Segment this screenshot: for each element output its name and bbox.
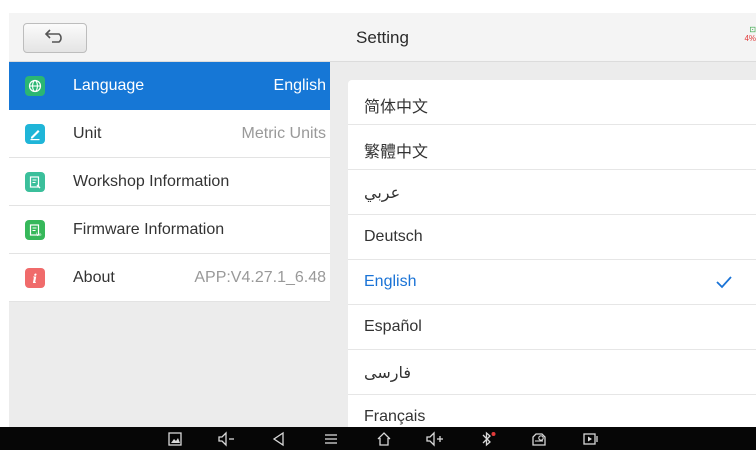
menu-item-workshop-information[interactable]: Workshop Information (9, 158, 330, 206)
language-option[interactable]: Français (348, 395, 756, 430)
language-option-label: عربي (364, 185, 401, 202)
menu-item-label: Language (73, 76, 145, 94)
menu-item-value: Metric Units (241, 124, 326, 142)
header-bar: Setting ⊡ 4% (9, 13, 756, 62)
menu-icon[interactable] (320, 429, 342, 448)
language-option-label: Deutsch (364, 228, 423, 245)
back-icon[interactable] (268, 429, 290, 448)
battery-indicator: ⊡ 4% (744, 25, 756, 51)
menu-item-label: About (73, 268, 115, 286)
globe-icon (25, 76, 45, 96)
language-option[interactable]: فارسی (348, 350, 756, 395)
language-option[interactable]: Español (348, 305, 756, 350)
bluetooth-icon[interactable] (477, 429, 499, 448)
language-option-selected[interactable]: English (348, 260, 756, 305)
language-option[interactable]: 简体中文 (348, 80, 756, 125)
battery-percent: 4% (744, 34, 756, 43)
screen-record-icon[interactable] (580, 429, 602, 448)
language-option[interactable]: 繁體中文 (348, 125, 756, 170)
menu-item-value: English (273, 76, 326, 94)
language-option-label: Français (364, 408, 426, 425)
vci-icon[interactable] (528, 429, 550, 448)
language-option-label: فارسی (364, 365, 411, 382)
menu-item-label: Unit (73, 124, 102, 142)
menu-item-language[interactable]: Language English (9, 62, 330, 110)
language-list: 简体中文 繁體中文 عربي Deutsch English Español ف… (348, 80, 756, 430)
svg-text:i: i (33, 272, 38, 285)
menu-item-about[interactable]: i About APP:V4.27.1_6.48 (9, 254, 330, 302)
language-option[interactable]: Deutsch (348, 215, 756, 260)
language-option-label: 简体中文 (364, 99, 429, 116)
pencil-icon (25, 124, 45, 144)
menu-item-label: Workshop Information (73, 172, 230, 190)
checkmark-icon (714, 272, 734, 292)
menu-item-firmware-information[interactable]: Ve Firmware Information (9, 206, 330, 254)
page-title: Setting (356, 28, 409, 47)
battery-icon: ⊡ (749, 25, 756, 34)
document-version-icon: Ve (25, 220, 45, 240)
home-icon[interactable] (373, 429, 395, 448)
app-window: Setting ⊡ 4% Language English Unit Metri… (9, 13, 756, 450)
menu-item-label: Firmware Information (73, 220, 225, 238)
language-option-label: Español (364, 318, 422, 335)
system-navigation-bar (0, 427, 756, 450)
document-edit-icon (25, 172, 45, 192)
language-option-label: 繁體中文 (364, 144, 429, 161)
info-icon: i (25, 268, 45, 288)
menu-item-value: APP:V4.27.1_6.48 (194, 268, 326, 286)
language-option[interactable]: عربي (348, 170, 756, 215)
volume-down-icon[interactable] (216, 429, 238, 448)
language-option-label: English (364, 273, 417, 290)
settings-menu: Language English Unit Metric Units Works… (9, 62, 330, 428)
volume-up-icon[interactable] (424, 429, 446, 448)
svg-text:Ve: Ve (36, 232, 42, 237)
menu-item-unit[interactable]: Unit Metric Units (9, 110, 330, 158)
screenshot-icon[interactable] (164, 429, 186, 448)
